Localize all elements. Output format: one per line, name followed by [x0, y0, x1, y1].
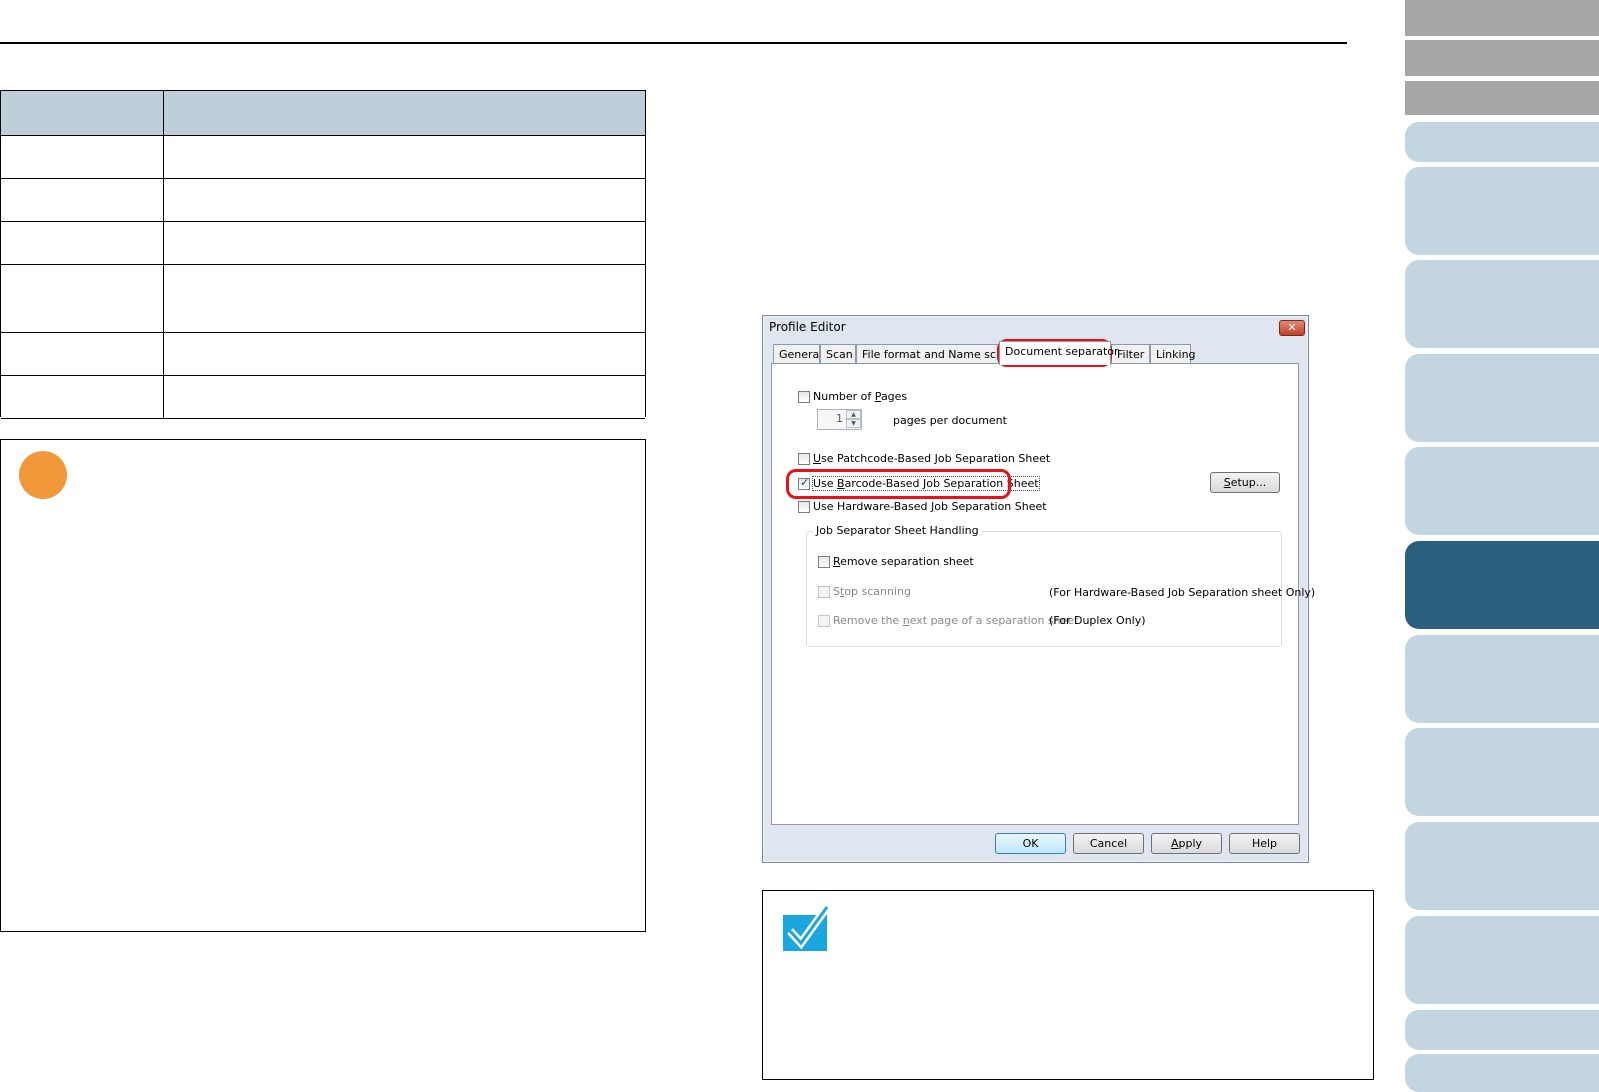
nav-tab-appendix-1[interactable]: [1405, 1010, 1599, 1050]
tab-linking[interactable]: Linking: [1150, 344, 1196, 364]
hint-note-box: [762, 890, 1374, 1080]
spin-up-icon[interactable]: ▲: [846, 410, 861, 419]
remove-next-page-checkbox[interactable]: [818, 615, 830, 627]
nav-tab-chapter-2[interactable]: [1405, 167, 1599, 255]
table-row: [1, 221, 645, 265]
remove-separation-sheet-label: Remove separation sheet: [833, 555, 974, 568]
tab-file-format[interactable]: File format and Name scheme: [856, 344, 999, 364]
stop-scanning-label: Stop scanning: [833, 585, 911, 598]
nav-tab-top-1[interactable]: [1405, 0, 1599, 36]
number-of-pages-checkbox[interactable]: [798, 391, 810, 403]
nav-tab-chapter-5[interactable]: [1405, 447, 1599, 535]
pages-per-document-label: pages per document: [893, 414, 1007, 427]
checkmark-hint-icon: [783, 904, 829, 951]
table-header-row: [1, 91, 645, 136]
remove-separation-sheet-checkbox[interactable]: [818, 556, 830, 568]
table-row: [1, 264, 645, 333]
table-row: [1, 135, 645, 179]
nav-tab-chapter-1[interactable]: [1405, 122, 1599, 162]
pages-spinner[interactable]: ▲ ▼: [846, 410, 861, 429]
number-of-pages-label: Number of Pages: [813, 390, 908, 403]
close-icon[interactable]: ✕: [1279, 320, 1305, 336]
remove-next-page-note: (For Duplex Only): [1049, 614, 1146, 627]
table-row: [1, 178, 645, 222]
cancel-button[interactable]: Cancel: [1073, 833, 1144, 854]
stop-scanning-checkbox[interactable]: [818, 586, 830, 598]
patchcode-label: Use Patchcode-Based Job Separation Sheet: [813, 452, 1051, 465]
tab-general[interactable]: General: [773, 344, 822, 364]
nav-tab-top-3[interactable]: [1405, 81, 1599, 115]
nav-tab-chapter-8[interactable]: [1405, 728, 1599, 816]
tab-scan[interactable]: Scan: [820, 344, 856, 364]
top-rule: [0, 42, 1347, 44]
ok-button[interactable]: OK: [995, 833, 1066, 854]
patchcode-checkbox[interactable]: [798, 453, 810, 465]
stop-scanning-note: (For Hardware-Based Job Separation sheet…: [1049, 586, 1316, 599]
nav-tab-chapter-4[interactable]: [1405, 354, 1599, 442]
nav-tab-chapter-3[interactable]: [1405, 260, 1599, 348]
parameter-table: [0, 90, 646, 419]
table-row: [1, 375, 645, 419]
important-note-box: [0, 439, 646, 932]
spin-down-icon[interactable]: ▼: [846, 419, 861, 428]
tab-document-separator[interactable]: Document separator: [999, 341, 1119, 365]
nav-tab-chapter-6-active[interactable]: [1405, 541, 1599, 629]
hardware-checkbox[interactable]: [798, 501, 810, 513]
nav-tab-chapter-9[interactable]: [1405, 822, 1599, 910]
nav-tab-chapter-7[interactable]: [1405, 635, 1599, 723]
setup-button[interactable]: Setup...: [1210, 472, 1280, 493]
group-label: Job Separator Sheet Handling: [813, 524, 982, 537]
nav-tab-appendix-2[interactable]: [1405, 1054, 1599, 1092]
help-button[interactable]: Help: [1229, 833, 1300, 854]
apply-button[interactable]: Apply: [1151, 833, 1222, 854]
nav-tab-chapter-10[interactable]: [1405, 916, 1599, 1004]
nav-tab-top-2[interactable]: [1405, 40, 1599, 76]
highlight-ring-barcode-option: [786, 469, 1011, 499]
important-circle-icon: [19, 451, 67, 499]
table-row: [1, 332, 645, 376]
dialog-title: Profile Editor: [769, 320, 846, 334]
remove-next-page-label: Remove the next page of a separation she…: [833, 614, 1079, 627]
hardware-label: Use Hardware-Based Job Separation Sheet: [813, 500, 1047, 513]
